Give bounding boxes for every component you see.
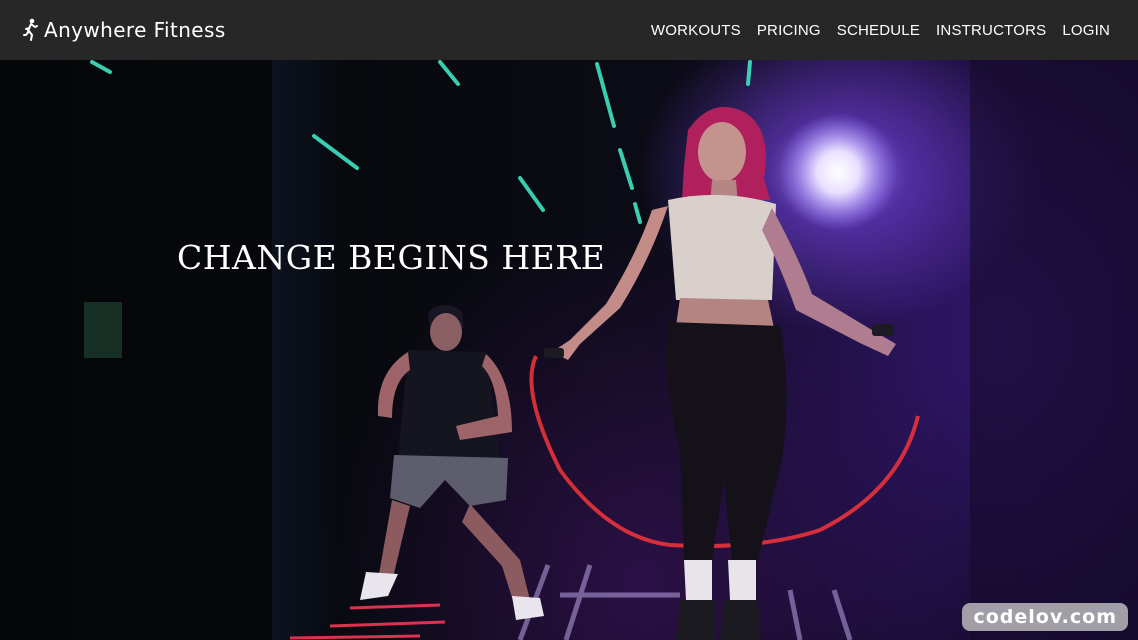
nav-link-schedule[interactable]: SCHEDULE xyxy=(837,22,920,39)
watermark: codelov.com xyxy=(962,603,1128,631)
running-person-icon xyxy=(23,18,38,41)
nav-link-workouts[interactable]: WORKOUTS xyxy=(651,22,741,39)
nav-link-login[interactable]: LOGIN xyxy=(1062,22,1110,39)
hero-heading: CHANGE BEGINS HERE xyxy=(177,238,606,277)
hero-section: CHANGE BEGINS HERE xyxy=(0,60,1138,640)
navbar: Anywhere Fitness WORKOUTS PRICING SCHEDU… xyxy=(0,0,1138,60)
brand-name: Anywhere Fitness xyxy=(44,18,226,42)
brand-logo-link[interactable]: Anywhere Fitness xyxy=(22,18,226,42)
main-nav: WORKOUTS PRICING SCHEDULE INSTRUCTORS LO… xyxy=(651,22,1110,39)
nav-link-instructors[interactable]: INSTRUCTORS xyxy=(936,22,1046,39)
hero-background-photo xyxy=(84,60,1138,640)
nav-link-pricing[interactable]: PRICING xyxy=(757,22,821,39)
